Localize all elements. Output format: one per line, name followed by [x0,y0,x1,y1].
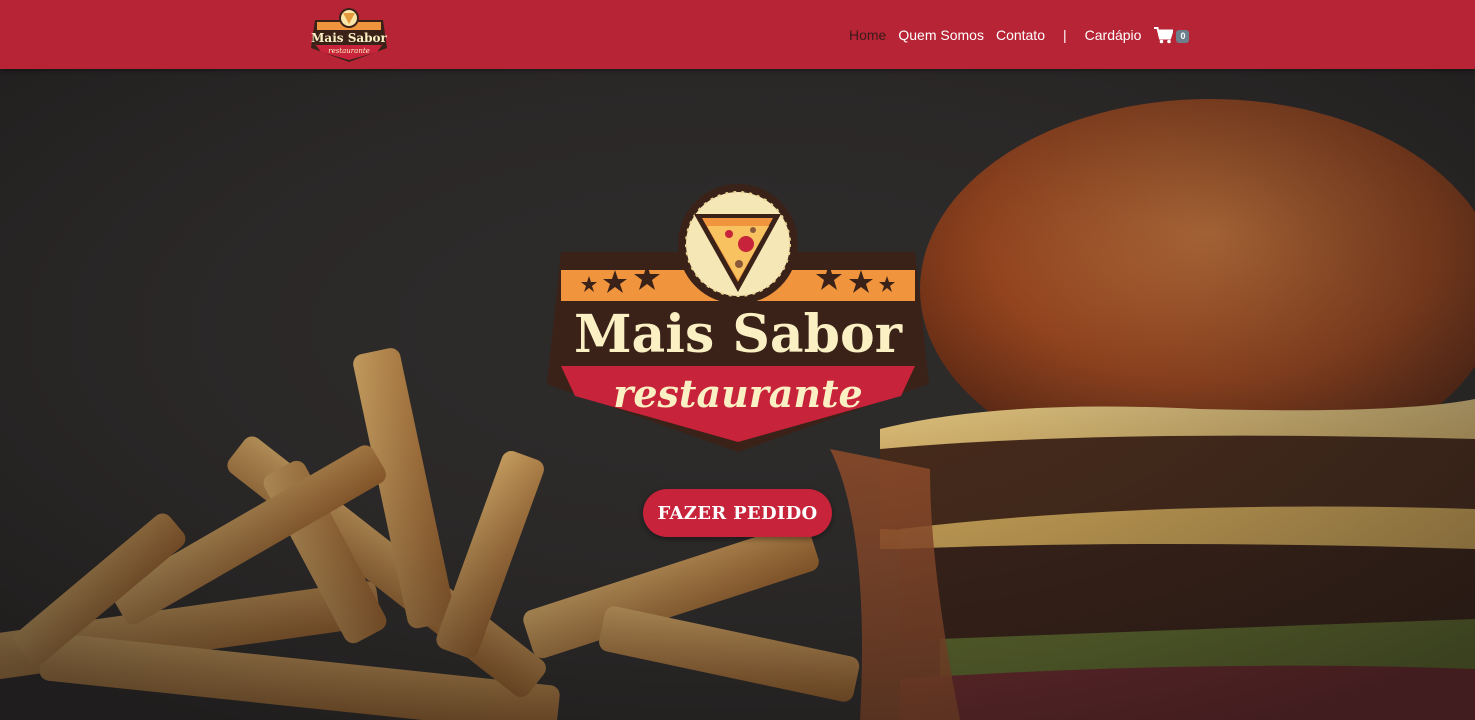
hero-brand-logo: Mais Sabor restaurante [541,184,935,456]
nav-brand-name: Mais Sabor [311,31,387,45]
nav-brand-tagline: restaurante [328,47,370,55]
hero-brand-name: Mais Sabor [574,304,903,365]
navbar: Mais Sabor restaurante Home Quem Somos C… [0,0,1475,69]
hero-brand-tagline: restaurante [613,371,862,416]
order-button[interactable]: FAZER PEDIDO [643,489,832,537]
nav-link-cardapio[interactable]: Cardápio [1085,25,1142,45]
cart-button[interactable]: 0 [1154,26,1190,44]
hero-section: Mais Sabor restaurante FAZER PEDIDO [0,69,1475,720]
nav-link-home[interactable]: Home [849,25,886,45]
nav-separator: | [1063,27,1067,43]
shopping-cart-icon [1154,26,1174,43]
nav-link-quem-somos[interactable]: Quem Somos [898,25,984,45]
main-nav: Home Quem Somos Contato | Cardápio 0 [849,24,1190,46]
nav-brand-logo[interactable]: Mais Sabor restaurante [309,6,389,64]
cart-count-badge: 0 [1176,29,1190,43]
nav-link-contato[interactable]: Contato [996,25,1045,45]
